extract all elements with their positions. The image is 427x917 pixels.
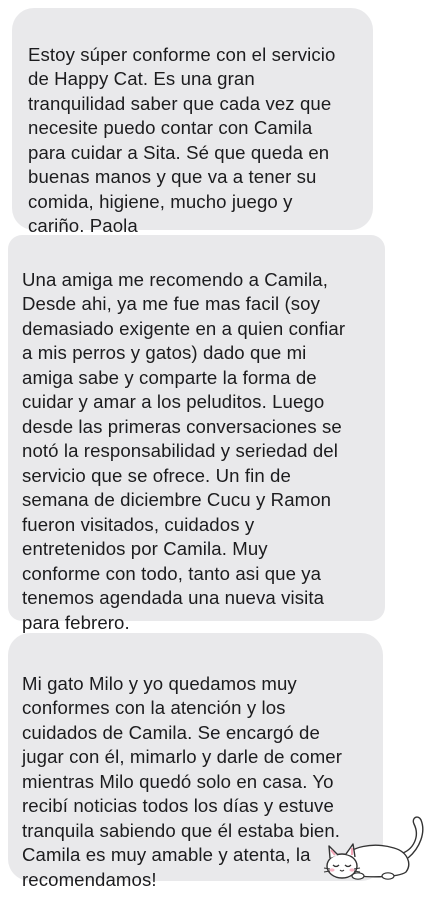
testimonial-text: Estoy súper conforme con el servicio de … <box>28 43 336 237</box>
sleeping-cat-icon <box>323 816 424 880</box>
testimonial-text: Una amiga me recomendo a Camila, Desde a… <box>22 268 346 633</box>
testimonial-bubble-cucu-ramon: Una amiga me recomendo a Camila, Desde a… <box>8 235 385 633</box>
testimonial-bubble-paola: Estoy súper conforme con el servicio de … <box>12 8 373 236</box>
